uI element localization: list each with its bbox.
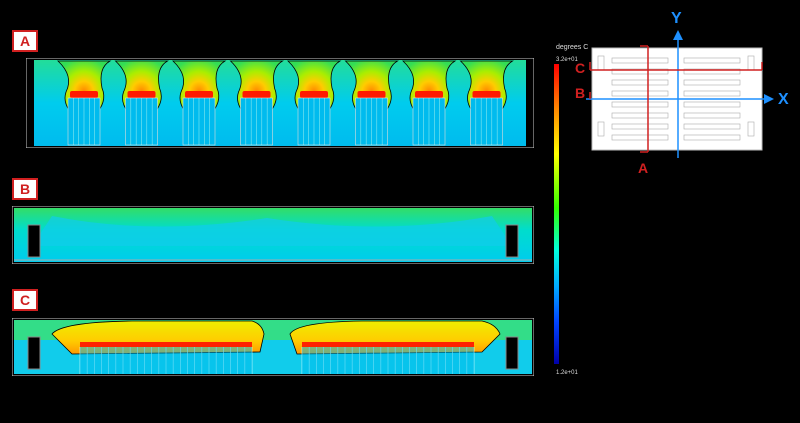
panel-c-section bbox=[12, 318, 534, 376]
wall-unit-left bbox=[27, 224, 41, 258]
panel-c-label: C bbox=[12, 289, 38, 311]
panel-b-section bbox=[12, 206, 534, 264]
wall-unit-right bbox=[505, 336, 519, 370]
panel-a-label: A bbox=[12, 30, 38, 52]
colorbar bbox=[554, 64, 559, 364]
key-plan bbox=[586, 30, 774, 158]
section-b-marker: B bbox=[575, 85, 586, 101]
x-axis-label: X bbox=[778, 91, 789, 108]
wall-unit-left bbox=[27, 336, 41, 370]
wall-unit-right bbox=[505, 224, 519, 258]
section-c-marker: C bbox=[575, 60, 586, 76]
panel-a-section bbox=[26, 58, 534, 148]
section-a-marker: A bbox=[638, 160, 649, 176]
y-axis-label: Y bbox=[671, 10, 682, 27]
panel-b-label: B bbox=[12, 178, 38, 200]
colorbar-min-label: 1.2e+01 bbox=[556, 370, 578, 376]
